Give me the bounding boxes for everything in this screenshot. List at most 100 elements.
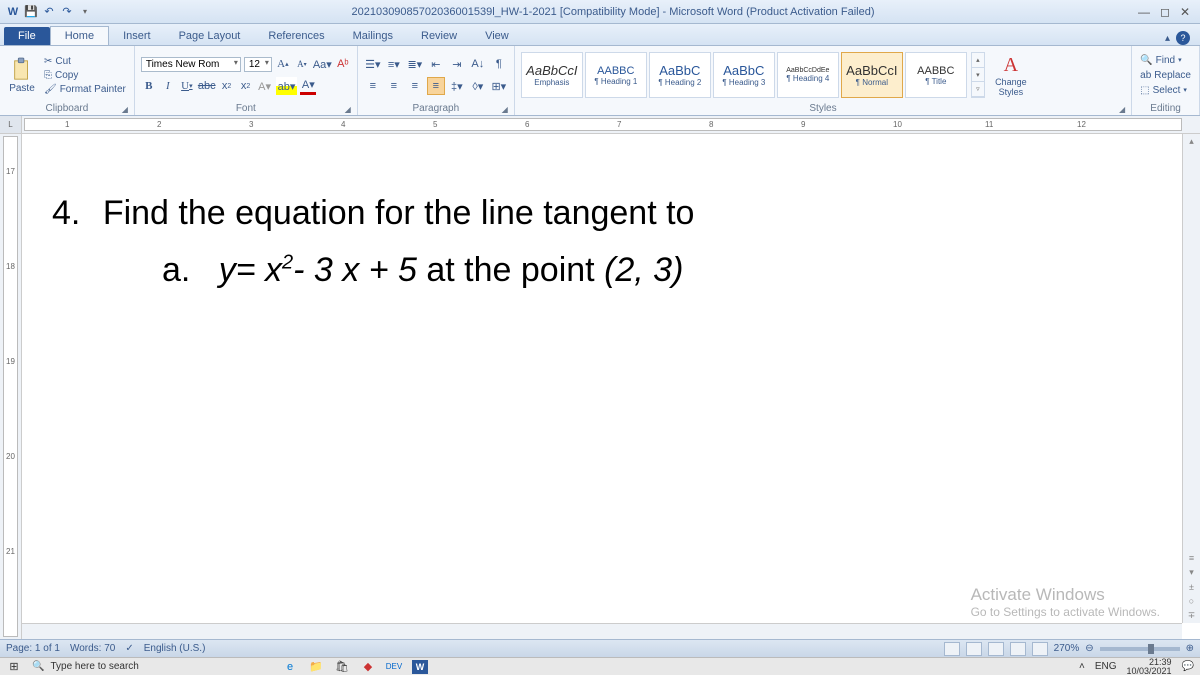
font-color-button[interactable]: A▾: [300, 77, 316, 95]
decrease-indent-button[interactable]: ⇤: [427, 55, 445, 73]
zoom-level[interactable]: 270%: [1054, 643, 1080, 654]
web-layout-view[interactable]: [988, 642, 1004, 656]
bold-button[interactable]: B: [141, 77, 157, 95]
replace-button[interactable]: abReplace: [1138, 69, 1193, 82]
tab-insert[interactable]: Insert: [109, 27, 165, 45]
style---normal[interactable]: AaBbCcI¶ Normal: [841, 52, 903, 98]
tray-chevron-icon[interactable]: ˄: [1079, 661, 1085, 672]
show-marks-button[interactable]: ¶: [490, 55, 508, 73]
change-styles-button[interactable]: A Change Styles: [989, 54, 1033, 97]
undo-icon[interactable]: ↶: [42, 5, 56, 19]
underline-button[interactable]: U▾: [179, 77, 195, 95]
increase-indent-button[interactable]: ⇥: [448, 55, 466, 73]
shrink-font-button[interactable]: A▾: [294, 55, 310, 73]
ribbon: Paste ✂Cut ⎘Copy 🖌Format Painter Clipboa…: [0, 46, 1200, 116]
tab-references[interactable]: References: [254, 27, 338, 45]
outline-view[interactable]: [1010, 642, 1026, 656]
line-spacing-button[interactable]: ‡▾: [448, 77, 466, 95]
paragraph-dialog-icon[interactable]: ◢: [502, 105, 508, 114]
font-family-combo[interactable]: Times New Rom: [141, 57, 241, 72]
style---title[interactable]: AABBC¶ Title: [905, 52, 967, 98]
style---heading-2[interactable]: AaBbC¶ Heading 2: [649, 52, 711, 98]
tab-page-layout[interactable]: Page Layout: [165, 27, 255, 45]
tray-language[interactable]: ENG: [1095, 661, 1117, 672]
superscript-button[interactable]: x2: [238, 77, 254, 95]
align-left-button[interactable]: ≡: [364, 77, 382, 95]
borders-button[interactable]: ⊞▾: [490, 77, 508, 95]
horizontal-scrollbar[interactable]: [22, 623, 1182, 639]
horizontal-ruler[interactable]: L 123456789101112: [0, 116, 1200, 134]
grow-font-button[interactable]: A▴: [275, 55, 291, 73]
close-button[interactable]: ✕: [1180, 5, 1190, 19]
strikethrough-button[interactable]: abc: [198, 77, 216, 95]
styles-gallery[interactable]: AaBbCcIEmphasisAABBC¶ Heading 1AaBbC¶ He…: [521, 52, 967, 98]
select-button[interactable]: ⬚Select▾: [1138, 84, 1193, 97]
save-icon[interactable]: 💾: [24, 5, 38, 19]
clear-formatting-button[interactable]: Aᵇ: [335, 55, 351, 73]
font-size-combo[interactable]: 12: [244, 57, 272, 72]
notifications-icon[interactable]: 💬: [1182, 661, 1194, 672]
justify-button[interactable]: ≡: [427, 77, 445, 95]
draft-view[interactable]: [1032, 642, 1048, 656]
italic-button[interactable]: I: [160, 77, 176, 95]
tray-clock[interactable]: 21:39 10/03/2021: [1127, 658, 1172, 676]
minimize-ribbon-icon[interactable]: ▴: [1165, 33, 1170, 44]
format-painter-button[interactable]: 🖌Format Painter: [42, 83, 128, 96]
spell-check-icon[interactable]: ✓: [125, 643, 133, 654]
page-indicator[interactable]: Page: 1 of 1: [6, 643, 60, 654]
zoom-slider[interactable]: [1100, 647, 1180, 651]
tab-mailings[interactable]: Mailings: [339, 27, 407, 45]
word-taskbar-icon[interactable]: W: [412, 660, 428, 674]
styles-scroll[interactable]: ▴▾▿: [971, 52, 985, 98]
style---heading-4[interactable]: AaBbCcDdEe¶ Heading 4: [777, 52, 839, 98]
subscript-button[interactable]: x2: [219, 77, 235, 95]
zoom-in-button[interactable]: ⊕: [1186, 643, 1194, 654]
tab-home[interactable]: Home: [50, 26, 109, 45]
numbering-button[interactable]: ≡▾: [385, 55, 403, 73]
vertical-ruler[interactable]: 1718192021: [0, 134, 22, 639]
font-dialog-icon[interactable]: ◢: [345, 105, 351, 114]
app-icon[interactable]: ◆: [360, 660, 376, 674]
group-clipboard: Paste ✂Cut ⎘Copy 🖌Format Painter Clipboa…: [0, 46, 135, 115]
highlight-button[interactable]: ab▾: [276, 77, 298, 95]
align-center-button[interactable]: ≡: [385, 77, 403, 95]
bullets-button[interactable]: ☰▾: [364, 55, 382, 73]
align-right-button[interactable]: ≡: [406, 77, 424, 95]
change-case-button[interactable]: Aa▾: [313, 55, 332, 73]
edge-icon[interactable]: e: [282, 660, 298, 674]
language-indicator[interactable]: English (U.S.): [144, 643, 206, 654]
styles-dialog-icon[interactable]: ◢: [1119, 105, 1125, 114]
clipboard-dialog-icon[interactable]: ◢: [122, 105, 128, 114]
ruler-corner[interactable]: L: [0, 116, 22, 133]
print-layout-view[interactable]: [944, 642, 960, 656]
zoom-out-button[interactable]: ⊖: [1085, 643, 1093, 654]
copy-button[interactable]: ⎘Copy: [42, 69, 128, 82]
tab-file[interactable]: File: [4, 27, 50, 45]
taskbar-search[interactable]: 🔍Type here to search: [32, 661, 272, 672]
tab-view[interactable]: View: [471, 27, 523, 45]
paste-button[interactable]: Paste: [6, 57, 38, 94]
word-count[interactable]: Words: 70: [70, 643, 115, 654]
redo-icon[interactable]: ↷: [60, 5, 74, 19]
find-button[interactable]: 🔍Find▾: [1138, 54, 1193, 67]
full-screen-view[interactable]: [966, 642, 982, 656]
explorer-icon[interactable]: 📁: [308, 660, 324, 674]
cut-button[interactable]: ✂Cut: [42, 55, 128, 68]
minimize-button[interactable]: —: [1138, 5, 1150, 19]
text-effects-button[interactable]: A▾: [257, 77, 273, 95]
help-icon[interactable]: ?: [1176, 31, 1190, 45]
sort-button[interactable]: A↓: [469, 55, 487, 73]
maximize-button[interactable]: ◻: [1160, 5, 1170, 19]
vertical-scrollbar[interactable]: ▴≡▾±○∓: [1182, 134, 1200, 623]
style---heading-3[interactable]: AaBbC¶ Heading 3: [713, 52, 775, 98]
style---heading-1[interactable]: AABBC¶ Heading 1: [585, 52, 647, 98]
tab-review[interactable]: Review: [407, 27, 471, 45]
qat-more-icon[interactable]: ▾: [78, 5, 92, 19]
style-emphasis[interactable]: AaBbCcIEmphasis: [521, 52, 583, 98]
dev-icon[interactable]: DEV: [386, 660, 402, 674]
multilevel-button[interactable]: ≣▾: [406, 55, 424, 73]
shading-button[interactable]: ◊▾: [469, 77, 487, 95]
document-page[interactable]: 4. Find the equation for the line tangen…: [22, 134, 1200, 639]
start-button[interactable]: ⊞: [6, 660, 22, 674]
store-icon[interactable]: 🛍: [334, 660, 350, 674]
